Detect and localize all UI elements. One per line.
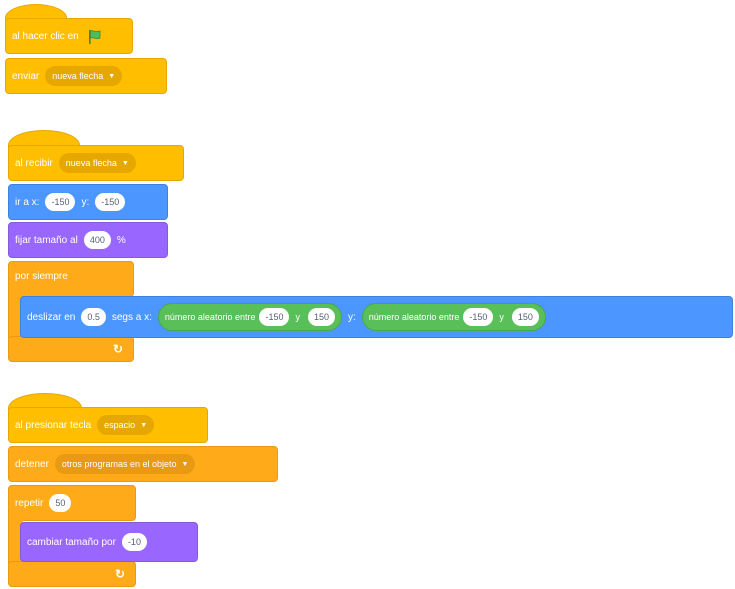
stop-option-value: otros programas en el objeto bbox=[61, 459, 177, 469]
set-size-block[interactable]: fijar tamaño al 400 % bbox=[8, 222, 168, 258]
random-x-from-input[interactable]: -150 bbox=[259, 308, 290, 326]
repeat-block[interactable]: repetir 50 bbox=[8, 485, 136, 521]
stop-label: detener bbox=[15, 458, 49, 470]
percent-label: % bbox=[116, 234, 126, 246]
random-y-from-input[interactable]: -150 bbox=[463, 308, 494, 326]
broadcast-label: enviar bbox=[12, 70, 40, 82]
receive-message-dropdown[interactable]: nueva flecha ▼ bbox=[58, 153, 136, 173]
repeat-bottom: ↻ bbox=[8, 561, 136, 587]
repeat-label: repetir bbox=[15, 497, 44, 509]
forever-label: por siempre bbox=[15, 271, 68, 282]
key-dropdown[interactable]: espacio ▼ bbox=[97, 415, 155, 435]
glide-label: deslizar en bbox=[27, 311, 76, 323]
forever-block[interactable]: por siempre bbox=[8, 261, 134, 297]
when-flag-clicked-block[interactable]: al hacer clic en bbox=[5, 18, 133, 54]
stop-block[interactable]: detener otros programas en el objeto ▼ bbox=[8, 446, 278, 482]
stop-option-dropdown[interactable]: otros programas en el objeto ▼ bbox=[54, 454, 196, 474]
key-value: espacio bbox=[104, 420, 136, 430]
glide-secs-input[interactable]: 0.5 bbox=[81, 308, 106, 326]
broadcast-message-dropdown[interactable]: nueva flecha ▼ bbox=[45, 66, 123, 86]
loop-arrow-icon: ↻ bbox=[112, 342, 123, 356]
y-input[interactable]: -150 bbox=[95, 193, 126, 211]
when-key-pressed-block[interactable]: al presionar tecla espacio ▼ bbox=[8, 407, 208, 443]
random-y-to-input[interactable]: 150 bbox=[511, 308, 539, 326]
change-size-input[interactable]: -10 bbox=[121, 533, 147, 551]
caret-down-icon: ▼ bbox=[140, 421, 148, 429]
size-input[interactable]: 400 bbox=[83, 231, 111, 249]
glide-x-label: segs a x: bbox=[111, 311, 152, 323]
go-to-label: ir a x: bbox=[15, 196, 40, 208]
glide-y-label: y: bbox=[348, 311, 356, 323]
and-label: y bbox=[499, 312, 504, 322]
y-label: y: bbox=[81, 196, 90, 208]
when-i-receive-block[interactable]: al recibir nueva flecha ▼ bbox=[8, 145, 184, 181]
random-x-reporter[interactable]: número aleatorio entre -150 y 150 bbox=[157, 303, 343, 331]
random-label: número aleatorio entre bbox=[368, 312, 460, 322]
set-size-label: fijar tamaño al bbox=[15, 234, 78, 246]
glide-block[interactable]: deslizar en 0.5 segs a x: número aleator… bbox=[20, 296, 733, 338]
broadcast-block[interactable]: enviar nueva flecha ▼ bbox=[5, 58, 167, 94]
change-size-block[interactable]: cambiar tamaño por -10 bbox=[20, 522, 198, 562]
green-flag-icon bbox=[87, 29, 101, 44]
receive-message-value: nueva flecha bbox=[65, 158, 117, 168]
random-label: número aleatorio entre bbox=[164, 312, 256, 322]
change-size-label: cambiar tamaño por bbox=[27, 536, 116, 548]
caret-down-icon: ▼ bbox=[108, 72, 116, 80]
random-x-to-input[interactable]: 150 bbox=[307, 308, 336, 326]
hat-label: al recibir bbox=[15, 157, 53, 169]
hat-label: al hacer clic en bbox=[12, 30, 79, 42]
forever-bottom: ↻ bbox=[8, 336, 134, 362]
random-y-reporter[interactable]: número aleatorio entre -150 y 150 bbox=[361, 303, 546, 331]
caret-down-icon: ▼ bbox=[121, 159, 129, 167]
x-input[interactable]: -150 bbox=[45, 193, 76, 211]
broadcast-message-value: nueva flecha bbox=[52, 71, 104, 81]
go-to-xy-block[interactable]: ir a x: -150 y: -150 bbox=[8, 184, 168, 220]
hat-label: al presionar tecla bbox=[15, 419, 92, 431]
loop-arrow-icon: ↻ bbox=[114, 567, 125, 581]
repeat-count-input[interactable]: 50 bbox=[49, 494, 72, 512]
caret-down-icon: ▼ bbox=[181, 460, 189, 468]
and-label: y bbox=[295, 312, 300, 322]
